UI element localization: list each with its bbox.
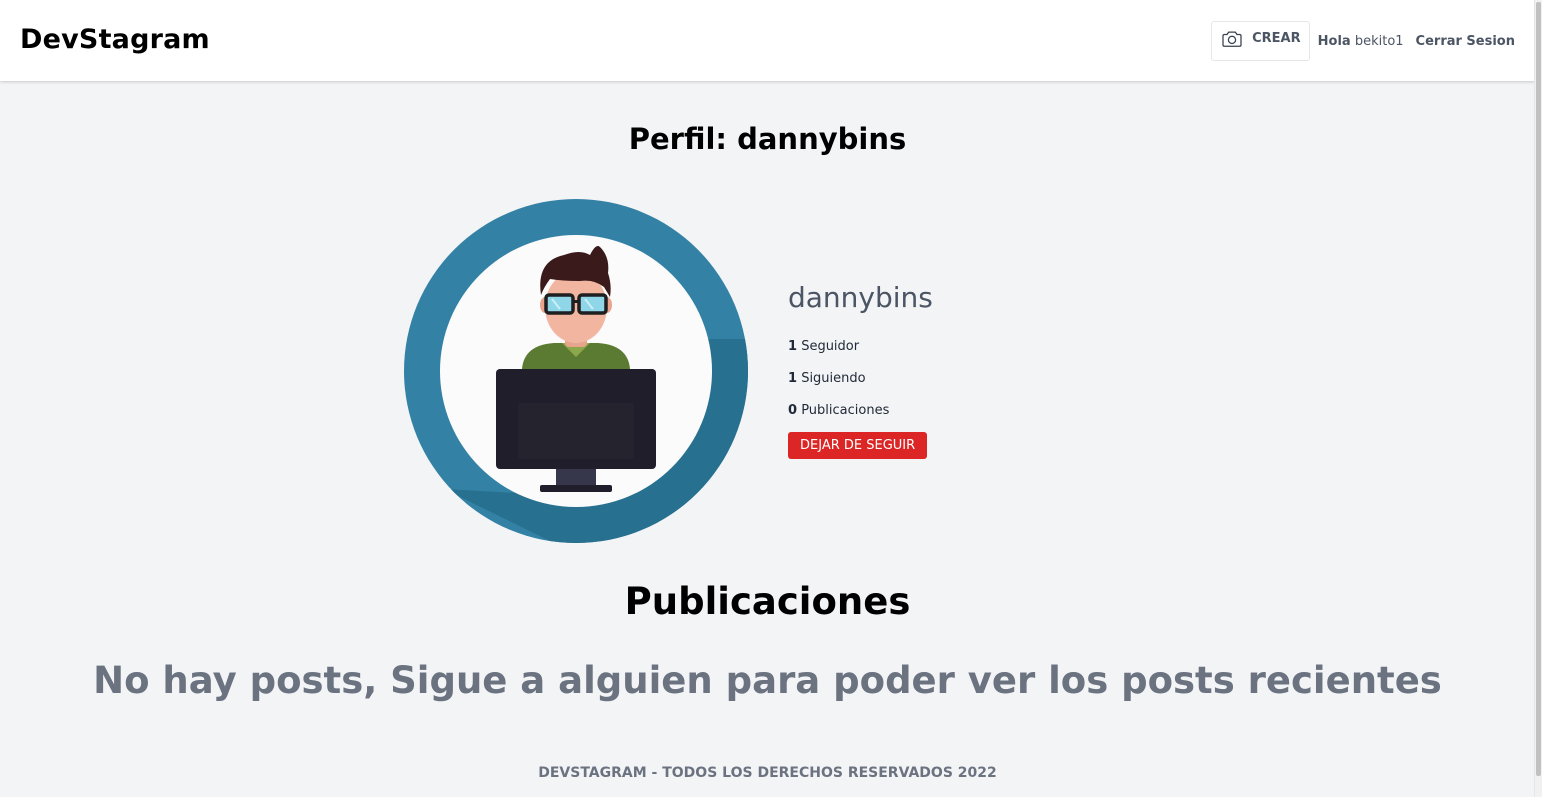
greeting-prefix: Hola bbox=[1317, 33, 1351, 49]
profile-username: dannybins bbox=[788, 281, 933, 314]
top-navbar: DevStagram CREAR Hola bekito1 Cerrar Ses… bbox=[0, 0, 1535, 81]
profile-title: Perfil: dannybins bbox=[628, 122, 907, 156]
footer-text: DEVSTAGRAM - TODOS LOS DERECHOS RESERVAD… bbox=[538, 765, 997, 781]
following-count: 1 bbox=[788, 371, 798, 386]
profile-info: dannybins 1 Seguidor 1 Siguiendo 0 Publi… bbox=[788, 281, 933, 459]
user-greeting: Hola bekito1 bbox=[1318, 34, 1404, 49]
page-scrollbar[interactable] bbox=[1534, 0, 1542, 797]
logout-button[interactable]: Cerrar Sesion bbox=[1412, 34, 1515, 49]
empty-posts-message: No hay posts, Sigue a alguien para poder… bbox=[93, 659, 1442, 702]
create-label: CREAR bbox=[1252, 30, 1301, 46]
create-post-button[interactable]: CREAR bbox=[1211, 21, 1310, 61]
posts-count: 0 bbox=[788, 403, 798, 418]
following-label: Siguiendo bbox=[801, 371, 866, 386]
following-stat: 1 Siguiendo bbox=[788, 370, 933, 402]
greeting-username: bekito1 bbox=[1354, 33, 1404, 49]
posts-stat: 0 Publicaciones bbox=[788, 402, 933, 434]
nav-actions: CREAR Hola bekito1 Cerrar Sesion bbox=[1211, 20, 1515, 62]
followers-label: Seguidor bbox=[801, 339, 860, 354]
camera-icon bbox=[1221, 30, 1243, 52]
posts-heading: Publicaciones bbox=[624, 580, 911, 623]
app-logo[interactable]: DevStagram bbox=[20, 24, 210, 55]
posts-label: Publicaciones bbox=[801, 403, 890, 418]
followers-stat: 1 Seguidor bbox=[788, 338, 933, 370]
developer-avatar-icon bbox=[404, 199, 748, 543]
followers-count: 1 bbox=[788, 339, 798, 354]
unfollow-button[interactable]: DEJAR DE SEGUIR bbox=[788, 432, 928, 459]
scrollbar-thumb[interactable] bbox=[1536, 2, 1541, 776]
